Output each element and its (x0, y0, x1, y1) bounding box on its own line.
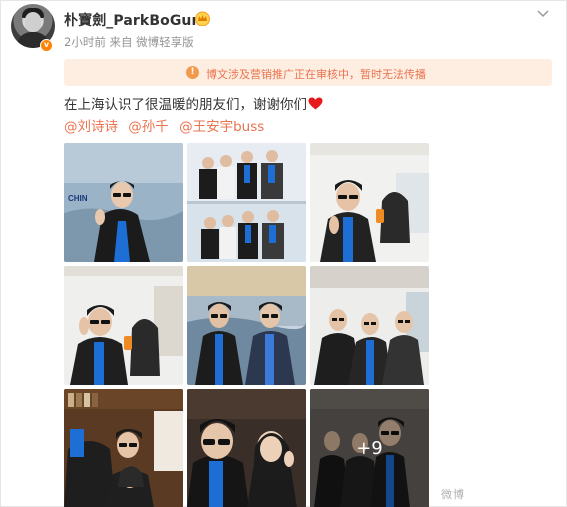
post-meta: 2小时前 来自 微博轻享版 (64, 35, 194, 49)
more-photos-count: +9 (356, 438, 383, 459)
red-heart-icon (308, 97, 323, 110)
weibo-post-card: v 朴寶劍_ParkBoGum 2小时前 来自 微博轻享版 ! 博文涉及营销推广… (0, 0, 567, 507)
mention-link[interactable]: @孙千 (128, 119, 169, 135)
username-link[interactable]: 朴寶劍_ParkBoGum (64, 10, 206, 30)
photo-grid: CHIN +9 (64, 143, 430, 507)
mentions-row: @刘诗诗 @孙千 @王安宇buss (64, 115, 270, 135)
photo-2-group-mirror[interactable] (187, 143, 306, 262)
chevron-down-icon[interactable] (536, 6, 550, 20)
photo-1-beach-painting-sunglasses[interactable]: CHIN (64, 143, 183, 262)
photo-8-close-selfie[interactable] (187, 389, 306, 507)
photo-4-selfie-peace-sign[interactable] (64, 266, 183, 385)
post-text: 在上海认识了很温暖的朋友们，谢谢你们 (64, 97, 307, 113)
info-icon: ! (186, 66, 199, 79)
photo-5-two-men-sunglasses[interactable] (187, 266, 306, 385)
svg-text:CHIN: CHIN (68, 194, 88, 203)
weibo-watermark: 微博 (441, 488, 465, 501)
post-content: 在上海认识了很温暖的朋友们，谢谢你们 (64, 93, 323, 113)
mention-link[interactable]: @王安宇buss (179, 119, 264, 135)
review-notice-bar: ! 博文涉及营销推广正在审核中，暂时无法传播 (64, 59, 552, 86)
photo-3-selfie-with-phone[interactable] (310, 143, 429, 262)
photo-7-bookshelf-selfie[interactable] (64, 389, 183, 507)
photo-9-more-photos[interactable]: +9 (310, 389, 429, 507)
photo-6-mirror-peace-signs[interactable] (310, 266, 429, 385)
verified-badge-icon: v (40, 39, 53, 52)
crown-icon (195, 11, 210, 26)
mention-link[interactable]: @刘诗诗 (64, 119, 118, 135)
review-notice-text: 博文涉及营销推广正在审核中，暂时无法传播 (206, 68, 426, 81)
